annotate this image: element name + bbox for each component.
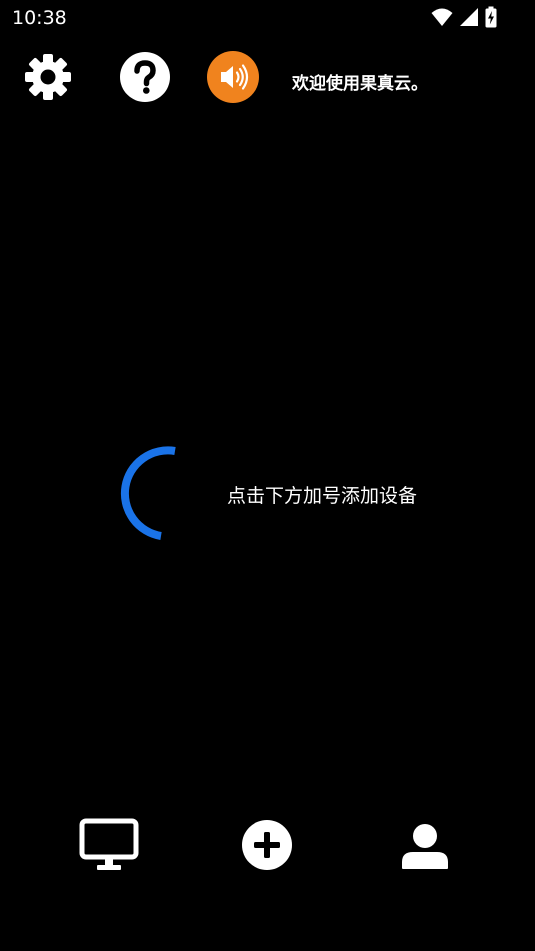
nav-profile-button[interactable] <box>393 815 457 879</box>
loading-spinner <box>107 445 203 541</box>
nav-devices-button[interactable] <box>77 815 141 879</box>
bottom-navigation <box>0 815 535 879</box>
question-mark-icon <box>119 51 171 107</box>
status-bar: 10:38 <box>0 0 535 38</box>
sound-button[interactable] <box>206 50 260 108</box>
status-time: 10:38 <box>12 7 67 29</box>
monitor-icon <box>79 817 139 877</box>
welcome-text: 欢迎使用果真云。 <box>292 74 428 94</box>
gear-icon <box>23 52 73 106</box>
wifi-icon <box>431 7 453 31</box>
plus-circle-icon <box>241 819 293 875</box>
top-toolbar: 欢迎使用果真云。 <box>0 50 535 108</box>
speaker-icon <box>206 50 260 108</box>
app-screen: 10:38 欢迎使用果真云。 点击下方加号添加设备 <box>0 0 535 951</box>
help-button[interactable] <box>118 52 172 106</box>
battery-charging-icon <box>485 6 497 32</box>
user-icon <box>399 819 451 875</box>
cell-signal-icon <box>459 7 479 31</box>
add-device-button[interactable] <box>235 815 299 879</box>
empty-devices-hint: 点击下方加号添加设备 <box>227 485 418 507</box>
settings-button[interactable] <box>21 52 75 106</box>
status-icons <box>431 6 497 32</box>
